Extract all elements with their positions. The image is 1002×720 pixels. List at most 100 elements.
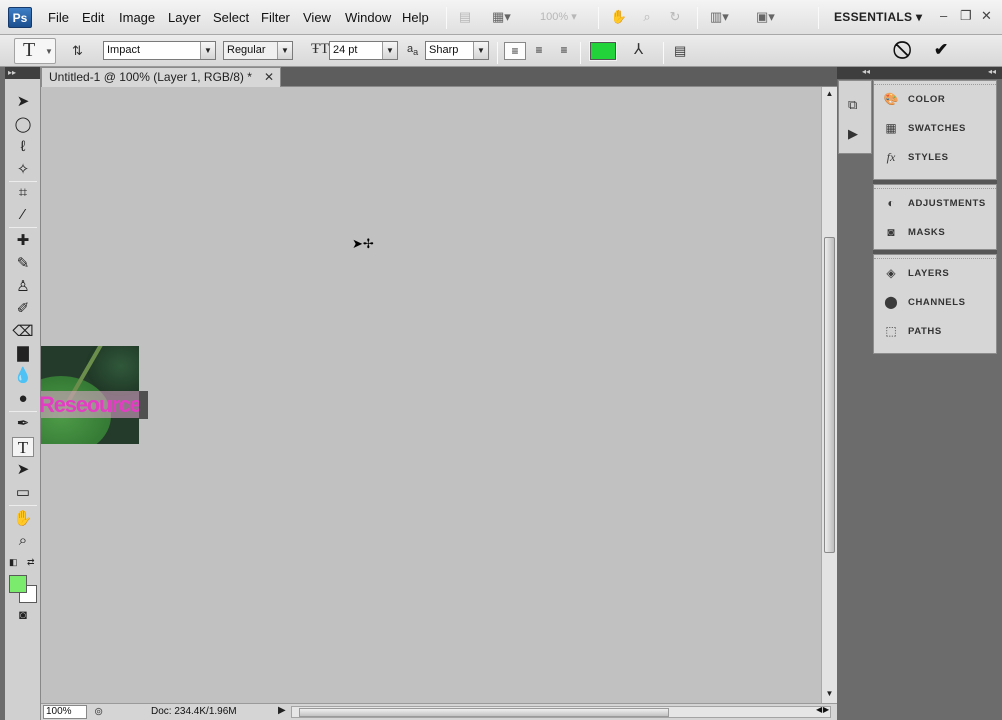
adjustments-icon: ◐	[887, 196, 895, 210]
canvas-text-layer[interactable]: Reseource	[39, 391, 142, 418]
panel-tab-styles[interactable]: fx STYLES	[874, 143, 996, 172]
font-size-select[interactable]: 24 pt ▼	[329, 41, 398, 60]
scroll-down-icon[interactable]: ▼	[823, 687, 836, 701]
dodge-tool-icon[interactable]: ●	[12, 389, 34, 409]
status-menu-icon[interactable]: ▶	[278, 705, 286, 716]
document-tab[interactable]: Untitled-1 @ 100% (Layer 1, RGB/8) * ✕	[41, 67, 281, 87]
document-size-info: Doc: 234.4K/1.96M	[151, 706, 237, 717]
magic-wand-tool-icon[interactable]: ✧	[12, 160, 34, 180]
chevron-down-icon: ▼	[200, 42, 215, 59]
panel-tab-masks[interactable]: ◙ MASKS	[874, 218, 996, 247]
character-panel-icon[interactable]: ▤	[674, 43, 686, 59]
restore-icon[interactable]: ❐	[960, 8, 972, 24]
hand-icon[interactable]: ✋	[610, 9, 628, 25]
font-family-select[interactable]: Impact ▼	[103, 41, 216, 60]
clone-stamp-tool-icon[interactable]: ♙	[12, 277, 34, 297]
align-right-button[interactable]: ≡	[553, 42, 575, 60]
eyedropper-tool-icon[interactable]: ⁄	[12, 205, 34, 225]
pen-tool-icon[interactable]: ✒	[12, 414, 34, 434]
canvas-area[interactable]: Reseource ➤✢	[39, 87, 821, 703]
panel-tab-layers[interactable]: ◈ LAYERS	[874, 259, 996, 288]
color-icon: 🎨	[883, 92, 899, 106]
panel-label: CHANNELS	[908, 297, 966, 308]
status-info-icon[interactable]: ⊚	[94, 705, 103, 718]
workspace-switcher[interactable]: ESSENTIALS ▾	[834, 10, 922, 24]
menu-image[interactable]: Image	[119, 10, 155, 25]
scroll-left-icon[interactable]: ◀	[816, 705, 822, 714]
gradient-tool-icon[interactable]: ▇	[12, 344, 34, 364]
eraser-tool-icon[interactable]: ⌫	[12, 322, 34, 342]
font-size-icon: ŦT	[311, 41, 330, 57]
healing-brush-tool-icon[interactable]: ✚	[12, 231, 34, 251]
extras-icon[interactable]: ▦▾	[492, 9, 511, 25]
tool-preset-picker[interactable]: T ▼	[14, 38, 56, 64]
shape-tool-icon[interactable]: ▭	[12, 483, 34, 503]
status-bar: 100% ⊚ Doc: 234.4K/1.96M ▶ ◀ ▶	[41, 703, 837, 720]
align-center-button[interactable]: ≡	[528, 42, 550, 60]
panel-tab-color[interactable]: 🎨 COLOR	[874, 85, 996, 114]
horizontal-scrollbar[interactable]: ◀ ▶	[291, 705, 831, 718]
swap-colors-icon[interactable]: ⇄	[27, 557, 35, 568]
path-selection-tool-icon[interactable]: ➤	[12, 460, 34, 480]
menu-file[interactable]: File	[48, 10, 69, 25]
anti-alias-select[interactable]: Sharp ▼	[425, 41, 489, 60]
marquee-tool-icon[interactable]: ◯	[12, 115, 34, 135]
zoom-level-dropdown[interactable]: 100% ▾	[540, 10, 577, 23]
hand-tool-icon[interactable]: ✋	[12, 509, 34, 529]
menu-select[interactable]: Select	[213, 10, 249, 25]
move-tool-icon[interactable]: ➤	[12, 92, 34, 112]
bridge-icon[interactable]: ▤	[456, 9, 474, 25]
crop-tool-icon[interactable]: ⌗	[12, 183, 34, 203]
menu-bar: Ps File Edit Image Layer Select Filter V…	[0, 0, 1002, 35]
close-icon[interactable]: ✕	[981, 8, 992, 24]
warp-text-icon[interactable]: ⅄	[634, 40, 643, 58]
scroll-up-icon[interactable]: ▲	[823, 87, 836, 101]
foreground-color-swatch[interactable]	[9, 575, 27, 593]
scroll-right-icon[interactable]: ▶	[823, 705, 829, 714]
quick-mask-icon[interactable]: ◙	[12, 605, 34, 625]
separator	[580, 42, 581, 64]
actions-icon[interactable]: ▶	[848, 126, 858, 142]
panel-tab-swatches[interactable]: ▦ SWATCHES	[874, 114, 996, 143]
tools-panel-header[interactable]: ▸▸	[5, 67, 40, 79]
panel-label: SWATCHES	[908, 123, 966, 134]
scrollbar-thumb[interactable]	[824, 237, 835, 553]
panel-tab-channels[interactable]: ⬤ CHANNELS	[874, 288, 996, 317]
zoom-field[interactable]: 100%	[43, 705, 87, 719]
rotate-view-icon[interactable]: ↻	[666, 9, 684, 25]
align-left-button[interactable]: ≡	[504, 42, 526, 60]
panel-tab-paths[interactable]: ⬚ PATHS	[874, 317, 996, 346]
collapse-dock-icon[interactable]: ◂◂	[862, 67, 870, 76]
anti-alias-value: Sharp	[429, 44, 459, 56]
commit-edit-icon[interactable]: ✔	[934, 40, 948, 60]
history-icon[interactable]: ⧉	[848, 97, 857, 113]
chevron-down-icon: ▼	[473, 42, 488, 59]
scrollbar-thumb[interactable]	[299, 708, 669, 717]
menu-filter[interactable]: Filter	[261, 10, 290, 25]
type-tool-icon[interactable]: T	[12, 437, 34, 457]
arrange-documents-icon[interactable]: ▥▾	[710, 9, 729, 25]
vertical-scrollbar[interactable]: ▲ ▼	[821, 87, 837, 703]
close-tab-icon[interactable]: ✕	[264, 68, 274, 87]
default-colors-icon[interactable]: ◧	[9, 557, 18, 568]
text-color-swatch[interactable]	[589, 41, 617, 61]
zoom-tool-icon[interactable]: ⌕	[12, 531, 34, 551]
panel-tab-adjustments[interactable]: ◐ ADJUSTMENTS	[874, 189, 996, 218]
menu-layer[interactable]: Layer	[168, 10, 201, 25]
screen-mode-icon[interactable]: ▣▾	[756, 9, 775, 25]
font-style-select[interactable]: Regular ▼	[223, 41, 293, 60]
minimize-icon[interactable]: –	[940, 8, 947, 23]
menu-edit[interactable]: Edit	[82, 10, 104, 25]
type-tool-icon: T	[23, 39, 36, 61]
menu-help[interactable]: Help	[402, 10, 429, 25]
separator	[818, 7, 819, 29]
menu-window[interactable]: Window	[345, 10, 391, 25]
collapse-panels-icon[interactable]: ◂◂	[988, 67, 996, 76]
lasso-tool-icon[interactable]: ℓ	[12, 137, 34, 157]
menu-view[interactable]: View	[303, 10, 331, 25]
history-brush-tool-icon[interactable]: ✐	[12, 299, 34, 319]
brush-tool-icon[interactable]: ✎	[12, 254, 34, 274]
blur-tool-icon[interactable]: 💧	[12, 366, 34, 386]
text-orientation-icon[interactable]: ⇅	[72, 43, 83, 59]
zoom-icon[interactable]: ⌕	[638, 9, 656, 25]
